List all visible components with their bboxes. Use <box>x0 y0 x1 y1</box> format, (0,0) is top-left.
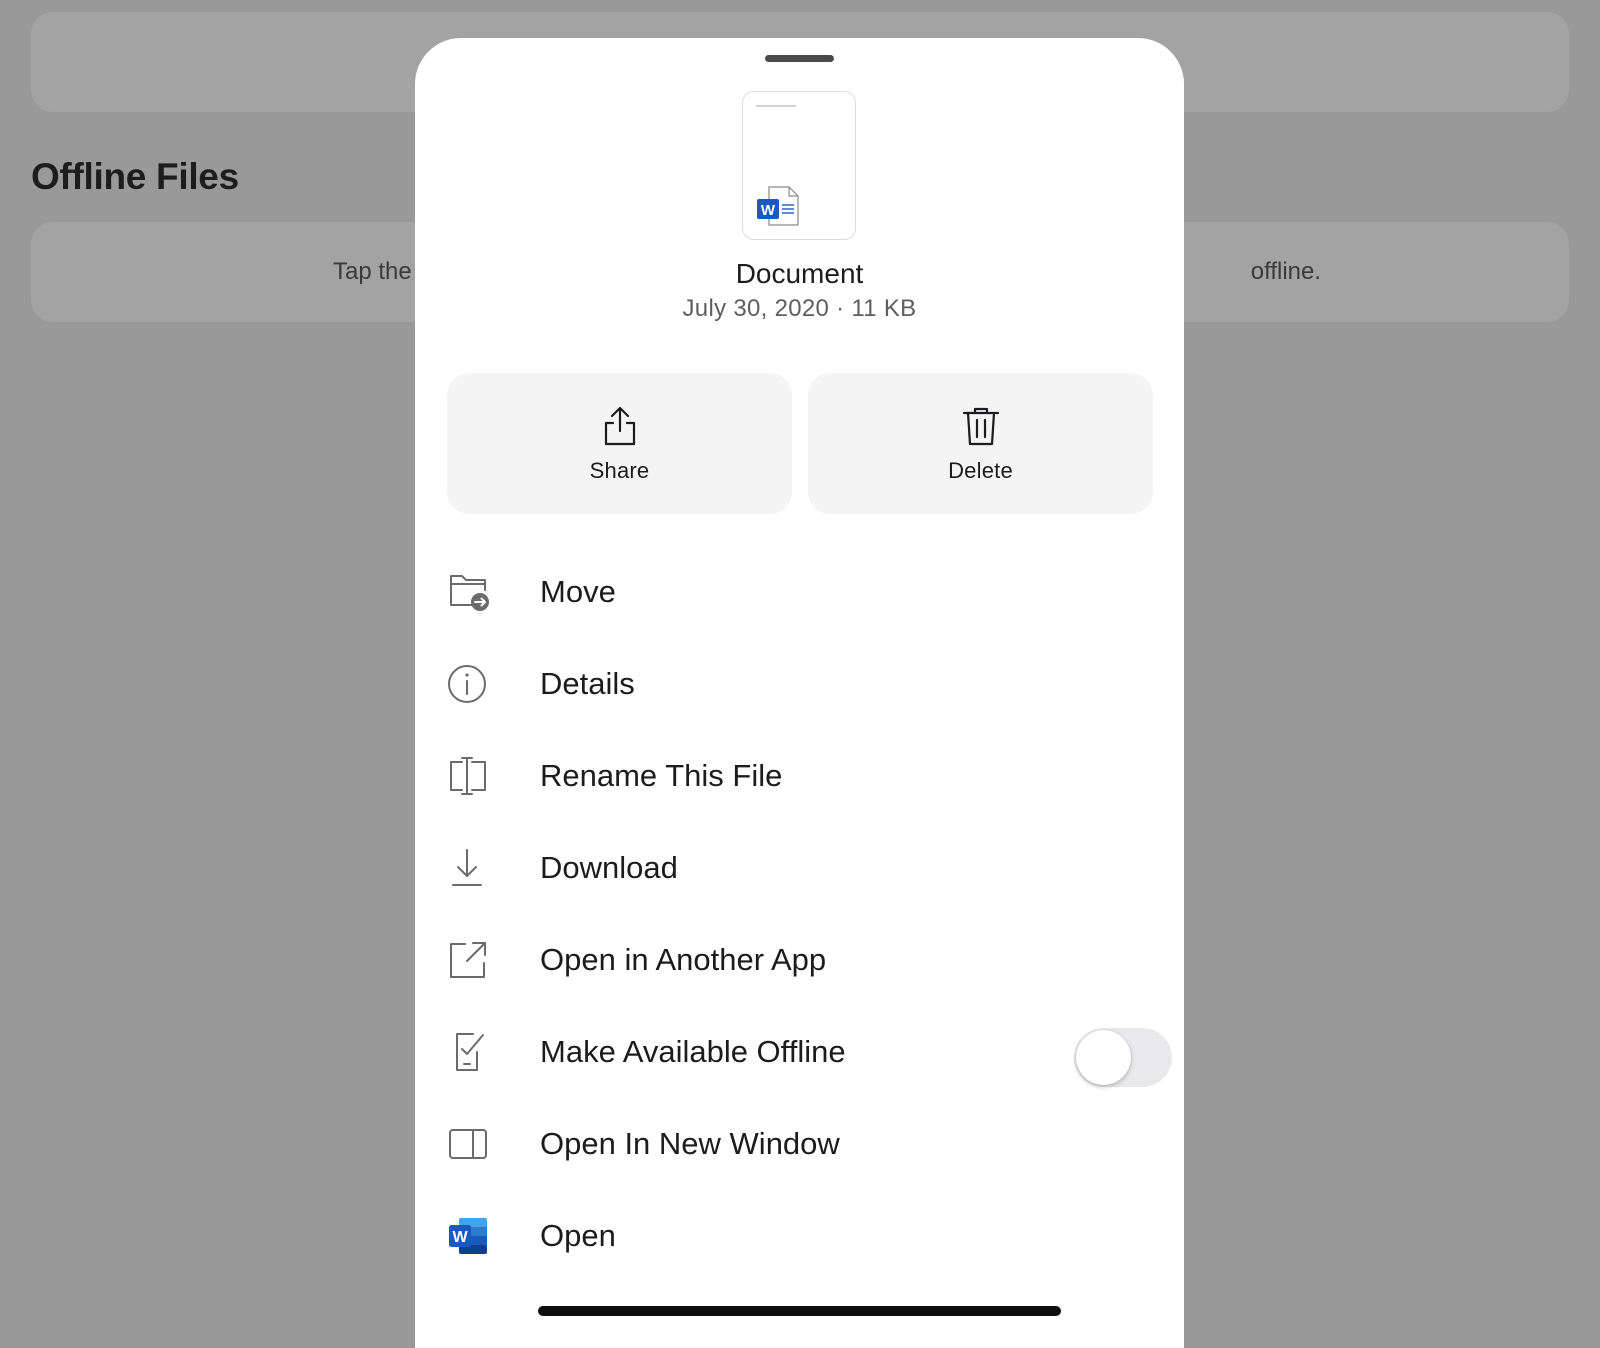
home-indicator[interactable] <box>538 1306 1061 1316</box>
open-external-icon <box>450 942 486 978</box>
offline-device-icon <box>456 1033 484 1071</box>
menu-item-open-new-window[interactable]: Open In New Window <box>447 1098 1152 1190</box>
menu-item-open-another-app[interactable]: Open in Another App <box>447 914 1152 1006</box>
menu-item-move[interactable]: Move <box>447 546 1152 638</box>
page-section-title: Offline Files <box>31 156 239 197</box>
menu-item-rename[interactable]: Rename This File <box>447 730 1152 822</box>
share-button[interactable]: Share <box>447 373 792 514</box>
file-actions-sheet: W Document July 30, 2020 · 11 KB Share D… <box>415 38 1184 1348</box>
file-name: Document <box>735 258 864 289</box>
rename-icon <box>450 757 486 795</box>
word-app-icon: W <box>449 1218 487 1254</box>
background-message-right: offline. <box>1250 258 1322 285</box>
delete-button[interactable]: Delete <box>808 373 1153 514</box>
new-window-icon <box>449 1129 487 1159</box>
menu-item-download[interactable]: Download <box>447 822 1152 914</box>
toggle-knob <box>1076 1030 1131 1085</box>
menu-item-label: Make Available Offline <box>540 1034 846 1069</box>
menu-item-details[interactable]: Details <box>447 638 1152 730</box>
share-label: Share <box>589 458 650 483</box>
menu-item-label: Move <box>540 574 616 609</box>
thumbnail-text-preview <box>756 105 796 107</box>
menu-item-open[interactable]: W Open <box>447 1190 1152 1282</box>
sheet-grabber[interactable] <box>765 55 834 62</box>
share-icon <box>604 406 636 446</box>
trash-icon <box>962 407 1000 446</box>
info-icon <box>448 665 486 703</box>
menu-item-label: Download <box>540 850 678 885</box>
download-icon <box>452 849 482 886</box>
delete-label: Delete <box>948 458 1013 483</box>
background-message-left: Tap the <box>333 258 412 285</box>
menu-item-label: Details <box>540 666 635 701</box>
menu-item-label: Open in Another App <box>540 942 827 977</box>
offline-toggle[interactable] <box>1074 1028 1172 1087</box>
menu-item-label: Rename This File <box>540 758 783 793</box>
menu-item-label: Open <box>540 1218 616 1253</box>
folder-move-icon <box>450 575 489 611</box>
file-meta: July 30, 2020 · 11 KB <box>682 295 917 322</box>
svg-text:W: W <box>761 202 776 219</box>
svg-text:W: W <box>452 1229 468 1246</box>
menu-item-make-available-offline[interactable]: Make Available Offline <box>447 1006 1172 1098</box>
word-document-icon: W <box>757 186 799 226</box>
menu-item-label: Open In New Window <box>540 1126 840 1161</box>
file-thumbnail: W <box>742 91 856 240</box>
